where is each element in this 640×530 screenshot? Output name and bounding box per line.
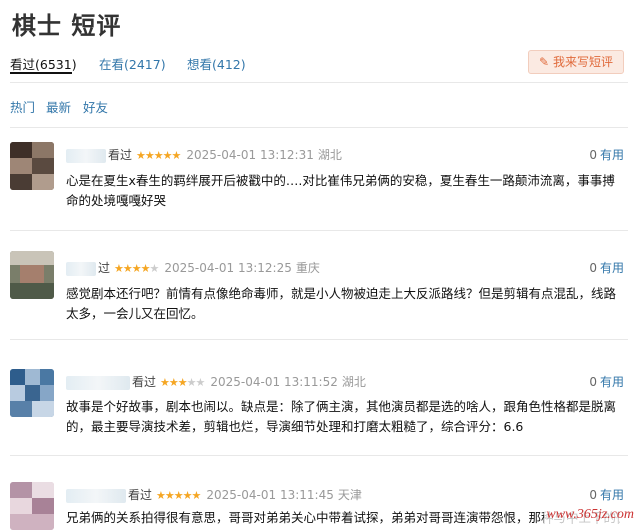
- review-location: 湖北: [341, 375, 366, 389]
- watch-status: 看过: [132, 375, 157, 389]
- review-location: 重庆: [295, 261, 320, 275]
- sort-divider: [10, 127, 628, 128]
- tab-watched[interactable]: 看过(6531): [10, 54, 77, 73]
- review-text: 心是在夏生x春生的羁绊展开后被戳中的….对比崔伟兄弟俩的安稳，夏生春生一路颠沛流…: [66, 173, 615, 208]
- useful-count: 0: [589, 375, 597, 389]
- star-icon: ★: [114, 262, 124, 275]
- star-rating: ★★★★★: [156, 489, 202, 502]
- useful-button[interactable]: 有用: [600, 261, 624, 275]
- review-date: 2025-04-01 13:11:52: [210, 375, 338, 389]
- pencil-icon: ✎: [539, 55, 550, 69]
- sort-hot[interactable]: 热门: [10, 97, 35, 116]
- review-divider: [10, 230, 628, 231]
- watch-status: 看过: [128, 488, 153, 502]
- write-review-button[interactable]: ✎ 我来写短评: [528, 50, 624, 74]
- username-link[interactable]: [66, 148, 106, 163]
- star-icon: ★: [136, 149, 146, 162]
- star-icon: ★: [173, 489, 184, 502]
- review-meta: 看过 ★★★★★ 2025-04-01 13:11:52 湖北: [66, 373, 366, 391]
- review-location: 天津: [337, 488, 362, 502]
- watch-status: 过: [98, 261, 111, 275]
- review-meta: 看过 ★★★★★ 2025-04-01 13:12:31 湖北: [66, 146, 342, 164]
- review-divider: [10, 455, 628, 456]
- star-icon: ★: [144, 149, 155, 162]
- useful-vote: 0 有用: [589, 486, 624, 504]
- star-icon: ★: [162, 149, 173, 162]
- active-tab-underline: [10, 72, 72, 74]
- review-date: 2025-04-01 13:12:31: [186, 148, 314, 162]
- username-link[interactable]: [66, 375, 130, 390]
- star-icon: ★: [195, 376, 206, 389]
- review-text: 感觉剧本还行吧？前情有点像绝命毒师，就是小人物被迫走上大反派路线？但是剪辑有点混…: [66, 286, 617, 321]
- star-icon: ★: [191, 489, 202, 502]
- page-title: 棋士 短评: [12, 12, 122, 40]
- avatar[interactable]: [10, 369, 54, 417]
- sort-latest[interactable]: 最新: [46, 97, 71, 116]
- avatar[interactable]: [10, 482, 54, 530]
- useful-vote: 0 有用: [589, 146, 624, 164]
- review-meta: 过 ★★★★★ 2025-04-01 13:12:25 重庆: [66, 259, 320, 277]
- tabs-divider: [10, 82, 628, 83]
- star-icon: ★: [149, 262, 160, 275]
- username-link[interactable]: [66, 488, 126, 503]
- useful-count: 0: [589, 488, 597, 502]
- useful-count: 0: [589, 261, 597, 275]
- star-icon: ★: [186, 376, 197, 389]
- star-icon: ★: [153, 149, 164, 162]
- review-text: 兄弟俩的关系拍得很有意思，哥哥对弟弟关心中带着试探，弟弟对哥哥连演带怨恨，那种与…: [66, 510, 620, 525]
- sort-friends[interactable]: 好友: [83, 97, 108, 116]
- watermark: www.365jz.com: [544, 507, 636, 523]
- useful-button[interactable]: 有用: [600, 375, 624, 389]
- review-meta: 看过 ★★★★★ 2025-04-01 13:11:45 天津: [66, 486, 362, 504]
- star-icon: ★: [131, 262, 142, 275]
- avatar[interactable]: [10, 142, 54, 190]
- useful-count: 0: [589, 148, 597, 162]
- star-icon: ★: [177, 376, 188, 389]
- star-icon: ★: [168, 376, 179, 389]
- review-text: 故事是个好故事，剧本也闹以。缺点是：除了俩主演，其他演员都是选的啥人，跟角色性格…: [66, 399, 617, 434]
- avatar[interactable]: [10, 251, 54, 299]
- star-rating: ★★★★★: [114, 262, 160, 275]
- watch-status: 看过: [108, 148, 133, 162]
- star-icon: ★: [140, 262, 151, 275]
- star-icon: ★: [122, 262, 133, 275]
- review-divider: [10, 339, 628, 340]
- star-icon: ★: [182, 489, 193, 502]
- star-icon: ★: [171, 149, 182, 162]
- tab-watching[interactable]: 在看(2417): [99, 54, 166, 73]
- star-rating: ★★★★★: [136, 149, 182, 162]
- review-location: 湖北: [317, 148, 342, 162]
- useful-vote: 0 有用: [589, 259, 624, 277]
- tab-want-to-watch[interactable]: 想看(412): [187, 54, 246, 73]
- star-rating: ★★★★★: [160, 376, 206, 389]
- star-icon: ★: [156, 489, 166, 502]
- star-icon: ★: [164, 489, 175, 502]
- useful-button[interactable]: 有用: [600, 488, 624, 502]
- star-icon: ★: [160, 376, 170, 389]
- username-link[interactable]: [66, 261, 96, 276]
- review-date: 2025-04-01 13:11:45: [206, 488, 334, 502]
- review-date: 2025-04-01 13:12:25: [164, 261, 292, 275]
- useful-vote: 0 有用: [589, 373, 624, 391]
- useful-button[interactable]: 有用: [600, 148, 624, 162]
